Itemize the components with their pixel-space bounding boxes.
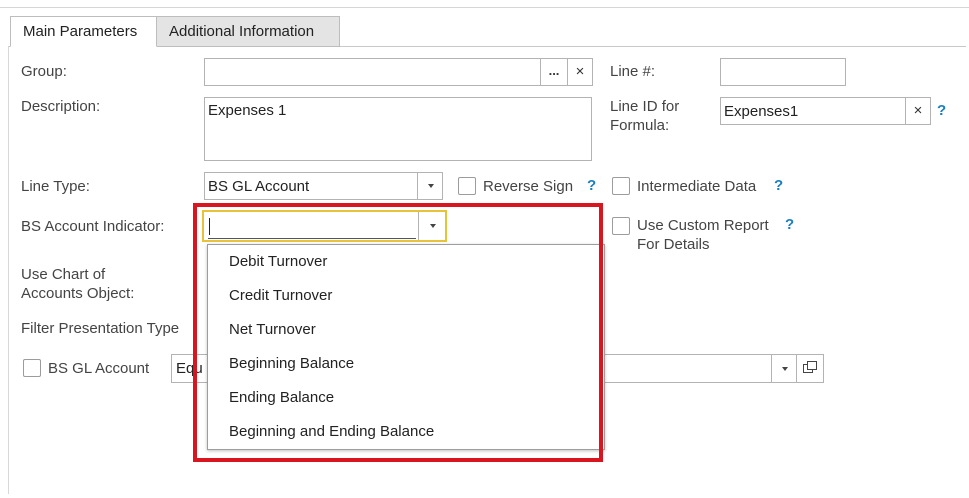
line-id-input[interactable]: Expenses1 × <box>720 97 931 125</box>
option-net-turnover[interactable]: Net Turnover <box>208 313 604 347</box>
option-beginning-balance[interactable]: Beginning Balance <box>208 347 604 381</box>
reverse-sign-label: Reverse Sign <box>483 178 574 195</box>
top-divider <box>0 7 969 8</box>
intermediate-data-label: Intermediate Data <box>637 178 757 195</box>
bs-gl-account-checkbox[interactable] <box>23 359 41 377</box>
intermediate-data-checkbox[interactable] <box>612 177 630 195</box>
bs-gl-account-open-button[interactable] <box>797 354 824 383</box>
option-ending-balance[interactable]: Ending Balance <box>208 381 604 415</box>
reverse-sign-help-icon[interactable]: ? <box>587 177 596 194</box>
description-textarea[interactable]: Expenses 1 <box>204 97 592 161</box>
bs-account-indicator-options: Debit Turnover Credit Turnover Net Turno… <box>207 244 605 450</box>
bs-account-indicator-dropdown-button[interactable] <box>418 212 445 240</box>
use-chart-label-line2: Accounts Object: <box>21 285 135 302</box>
open-window-icon-back <box>807 361 817 370</box>
line-id-help-icon[interactable]: ? <box>937 102 946 119</box>
use-custom-report-checkbox[interactable] <box>612 217 630 235</box>
description-label: Description: <box>21 98 101 115</box>
focus-underline <box>208 238 416 239</box>
bs-account-indicator-select[interactable] <box>202 210 447 242</box>
line-number-label: Line #: <box>610 63 656 80</box>
line-id-label-line2: Formula: <box>610 117 670 134</box>
group-field[interactable]: ... × <box>204 58 593 86</box>
group-clear-button[interactable]: × <box>567 59 592 85</box>
option-debit-turnover[interactable]: Debit Turnover <box>208 245 604 279</box>
bs-gl-account-label: BS GL Account <box>48 360 150 377</box>
text-cursor <box>209 218 210 235</box>
chevron-down-icon <box>430 224 436 228</box>
use-custom-report-label-line2: For Details <box>637 236 710 253</box>
group-label: Group: <box>21 63 67 80</box>
bs-gl-account-dropdown-button[interactable] <box>771 355 796 382</box>
chevron-down-icon <box>782 367 788 371</box>
option-credit-turnover[interactable]: Credit Turnover <box>208 279 604 313</box>
bs-account-indicator-label: BS Account Indicator: <box>21 218 165 235</box>
tab-additional-information[interactable]: Additional Information <box>157 16 340 47</box>
description-value: Expenses 1 <box>208 102 287 119</box>
line-id-label-line1: Line ID for <box>610 98 680 115</box>
chevron-down-icon <box>428 184 434 188</box>
intermediate-data-help-icon[interactable]: ? <box>774 177 783 194</box>
reverse-sign-checkbox[interactable] <box>458 177 476 195</box>
line-id-clear-button[interactable]: × <box>905 98 930 124</box>
line-type-value: BS GL Account <box>208 178 310 195</box>
group-browse-button[interactable]: ... <box>540 59 567 85</box>
line-type-label: Line Type: <box>21 178 90 195</box>
tab-main-parameters[interactable]: Main Parameters <box>10 16 157 47</box>
line-type-select[interactable]: BS GL Account <box>204 172 443 200</box>
line-id-value: Expenses1 <box>724 103 799 120</box>
filter-presentation-type-label: Filter Presentation Type <box>21 320 180 337</box>
use-chart-label-line1: Use Chart of <box>21 266 106 283</box>
use-custom-report-label-line1: Use Custom Report <box>637 217 769 234</box>
bs-gl-account-value: Equ <box>176 360 203 377</box>
line-number-input[interactable] <box>720 58 846 86</box>
use-custom-report-help-icon[interactable]: ? <box>785 216 794 233</box>
line-type-dropdown-button[interactable] <box>417 173 442 199</box>
option-beginning-and-ending-balance[interactable]: Beginning and Ending Balance <box>208 415 604 449</box>
